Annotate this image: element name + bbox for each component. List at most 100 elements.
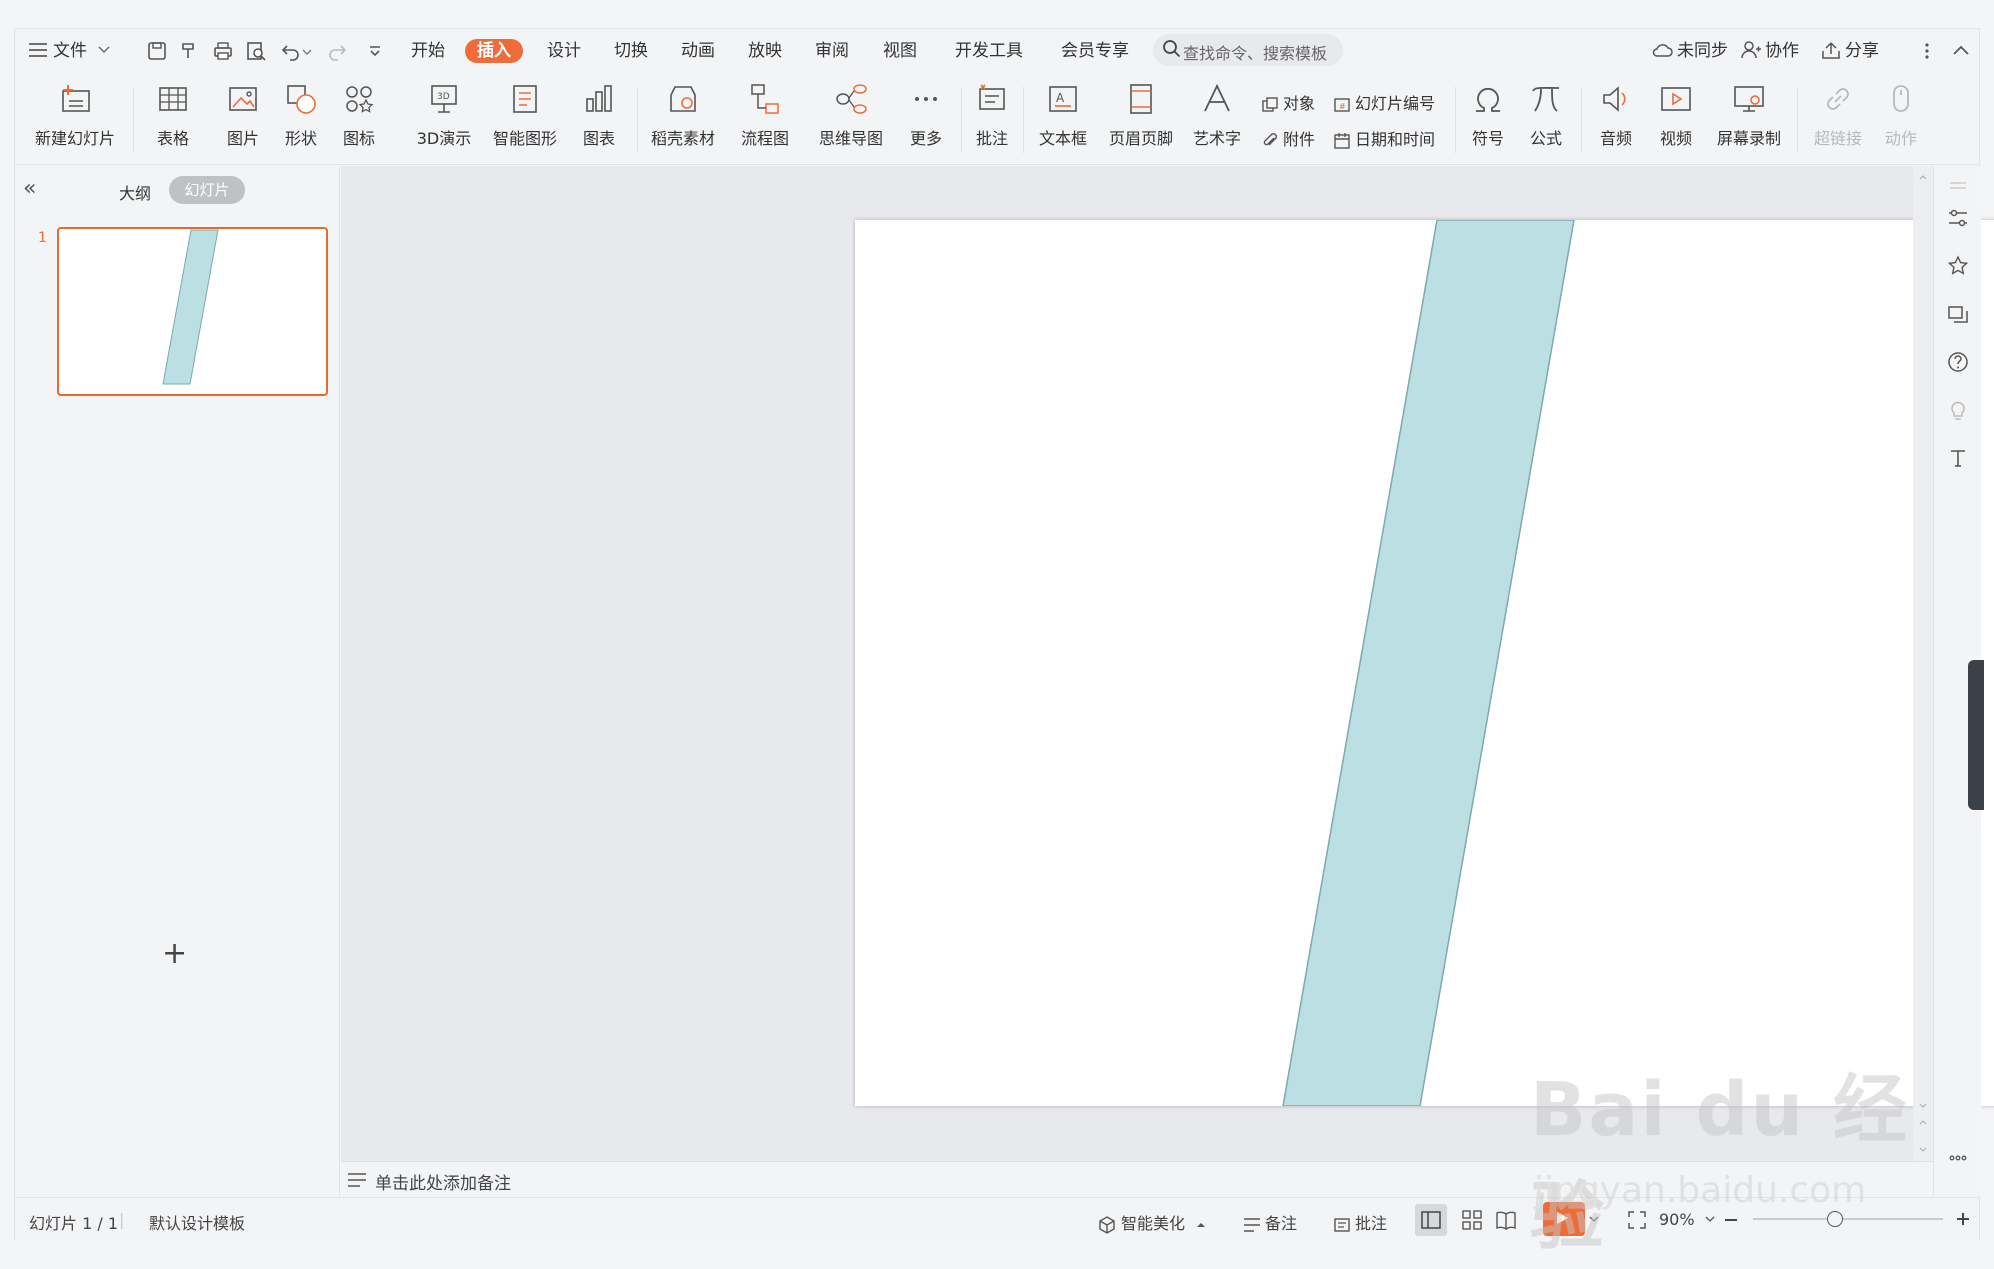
header-footer-button[interactable]: 页眉页脚 (1105, 79, 1177, 159)
customize-toolbar-icon[interactable] (363, 39, 387, 63)
screen-record-button[interactable]: 屏幕录制 (1711, 79, 1787, 159)
format-painter-icon[interactable] (178, 39, 202, 63)
wordart-button[interactable]: 艺术字 (1183, 79, 1251, 159)
print-icon[interactable] (211, 39, 235, 63)
more-button[interactable]: 更多 (899, 79, 953, 159)
copy-window-icon[interactable] (1946, 302, 1970, 326)
normal-view-button[interactable] (1415, 1204, 1447, 1236)
more-vertical-icon[interactable] (1915, 39, 1939, 63)
lightbulb-icon[interactable] (1946, 398, 1970, 422)
attachment-label: 附件 (1283, 130, 1316, 149)
template-name[interactable]: 默认设计模板 (149, 1210, 245, 1234)
icon-button[interactable]: 图标 (331, 79, 387, 159)
smart-beautify-button[interactable]: 智能美化 (1097, 1210, 1210, 1235)
sync-status[interactable]: 未同步 (1651, 39, 1728, 63)
sync-label: 未同步 (1677, 41, 1728, 61)
undo-dropdown-icon[interactable] (301, 39, 313, 63)
table-button[interactable]: 表格 (145, 79, 201, 159)
svg-text:#: # (1339, 102, 1346, 111)
share-button[interactable]: 分享 (1821, 39, 1879, 63)
collab-button[interactable]: 协作 (1741, 39, 1799, 63)
tab-view[interactable]: 视图 (883, 39, 917, 63)
zoom-in-icon[interactable] (1955, 1211, 1971, 1227)
video-icon (1661, 87, 1691, 111)
tab-member[interactable]: 会员专享 (1061, 39, 1129, 63)
tab-slideshow[interactable]: 放映 (748, 39, 782, 63)
command-search[interactable]: 查找命令、搜索模板 (1153, 34, 1343, 66)
mindmap-button[interactable]: 思维导图 (809, 79, 893, 159)
new-slide-button[interactable]: 新建幻灯片 (27, 79, 123, 159)
action-button[interactable]: 动作 (1877, 79, 1925, 159)
chart-button[interactable]: 图表 (571, 79, 627, 159)
textbox-button[interactable]: A 文本框 (1031, 79, 1095, 159)
tab-home[interactable]: 开始 (411, 39, 445, 63)
new-slide-label: 新建幻灯片 (34, 129, 115, 148)
tab-review[interactable]: 审阅 (815, 39, 849, 63)
vertical-scrollbar[interactable] (1913, 166, 1933, 1161)
formula-label: 公式 (1529, 129, 1562, 148)
save-icon[interactable] (145, 39, 169, 63)
3d-demo-label: 3D演示 (416, 129, 472, 148)
cloud-icon (1652, 44, 1673, 57)
comments-toggle-button[interactable]: 批注 (1333, 1210, 1387, 1234)
slide-count: 幻灯片 1 / 1 (29, 1214, 119, 1233)
ribbon-divider (1455, 87, 1456, 153)
help-icon[interactable] (1946, 350, 1970, 374)
tab-design[interactable]: 设计 (547, 39, 581, 63)
slide-number-button[interactable]: # 幻灯片编号 (1333, 91, 1435, 117)
tab-animations[interactable]: 动画 (681, 39, 715, 63)
parallelogram-shape[interactable] (1282, 219, 1575, 1107)
audio-button[interactable]: 音频 (1589, 79, 1643, 159)
formula-button[interactable]: 公式 (1521, 79, 1571, 159)
grid-view-icon[interactable] (1461, 1209, 1483, 1231)
datetime-label: 日期和时间 (1355, 130, 1436, 149)
add-slide-button[interactable]: + (162, 936, 187, 971)
floating-edge-widget[interactable] (1968, 660, 1984, 810)
slides-panel: « 大纲 幻灯片 1 + (15, 166, 340, 1196)
collapse-ribbon-icon[interactable] (1949, 39, 1973, 63)
comment-button[interactable]: 批注 (969, 79, 1015, 159)
tab-insert[interactable]: 插入 (465, 39, 523, 63)
reading-view-icon[interactable] (1495, 1209, 1517, 1231)
object-button[interactable]: 对象 (1261, 91, 1315, 117)
undo-icon[interactable] (279, 39, 303, 63)
text-format-icon[interactable] (1946, 446, 1970, 470)
notes-toggle-button[interactable]: 备注 (1243, 1210, 1297, 1234)
settings-sliders-icon[interactable] (1946, 206, 1970, 230)
tab-developer[interactable]: 开发工具 (955, 39, 1023, 63)
menu-bar: 文件 开始 插入 设计 切换 动画 放映 审阅 视图 开发工具 会员专享 查找命… (15, 29, 1979, 73)
slide-number: 1 (38, 230, 47, 246)
ribbon-divider (1581, 87, 1582, 153)
datetime-button[interactable]: 日期和时间 (1333, 127, 1435, 153)
smartart-button[interactable]: 智能图形 (485, 79, 565, 159)
tab-slides[interactable]: 幻灯片 (169, 176, 245, 204)
ribbon-divider (637, 87, 638, 153)
attachment-button[interactable]: 附件 (1261, 127, 1315, 153)
slide-thumbnail[interactable] (57, 227, 328, 396)
symbol-button[interactable]: 符号 (1463, 79, 1513, 159)
tab-transitions[interactable]: 切换 (614, 39, 648, 63)
normal-view-icon (1421, 1211, 1441, 1229)
3d-demo-button[interactable]: 3D 3D演示 (411, 79, 477, 159)
docer-assets-button[interactable]: 稻壳素材 (645, 79, 721, 159)
collapse-panel-icon[interactable]: « (23, 176, 36, 201)
picture-button[interactable]: 图片 (215, 79, 271, 159)
mindmap-icon (836, 84, 867, 114)
hyperlink-button[interactable]: 超链接 (1805, 79, 1871, 159)
ribbon-divider (961, 87, 962, 153)
symbol-label: 符号 (1471, 129, 1504, 148)
slide[interactable] (855, 219, 1994, 1107)
print-preview-icon[interactable] (244, 39, 268, 63)
star-icon[interactable] (1946, 254, 1970, 278)
video-button[interactable]: 视频 (1649, 79, 1703, 159)
object-label: 对象 (1283, 94, 1316, 113)
chart-label: 图表 (582, 129, 615, 148)
file-menu[interactable]: 文件 (29, 39, 110, 63)
redo-icon[interactable] (325, 39, 349, 63)
tab-outline[interactable]: 大纲 (119, 180, 151, 204)
shape-button[interactable]: 形状 (273, 79, 329, 159)
notes-placeholder: 单击此处添加备注 (375, 1174, 511, 1194)
status-divider: | (119, 1210, 125, 1229)
more-horizontal-icon[interactable] (1946, 1146, 1970, 1170)
flowchart-button[interactable]: 流程图 (727, 79, 803, 159)
